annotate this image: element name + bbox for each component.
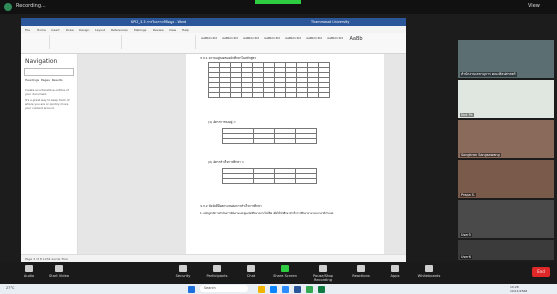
navigation-pane: Navigation Headings Pages Results Create… bbox=[21, 54, 78, 254]
word-title: KPI2_3.3 การวิเคราะห์ข้อมูล - Word bbox=[131, 20, 187, 24]
participant-tile[interactable]: Nok Pa bbox=[458, 80, 554, 118]
smile-icon bbox=[357, 265, 365, 272]
apps-icon bbox=[391, 265, 399, 272]
taskbar-search[interactable]: Search bbox=[200, 285, 248, 292]
shared-word-window: KPI2_3.3 การวิเคราะห์ข้อมูล - Word Thamm… bbox=[21, 18, 406, 263]
chat-button[interactable]: Chat bbox=[236, 265, 266, 278]
doc-heading: 3.3.1 ความอยู่รอดของนักศึกษาในหลักสูตร bbox=[200, 56, 256, 60]
recording-button[interactable]: Pause/Stop Recording bbox=[308, 265, 338, 282]
zoom-icon[interactable] bbox=[282, 286, 289, 293]
document-page[interactable]: 3.3.1 ความอยู่รอดของนักศึกษาในหลักสูตร (… bbox=[186, 54, 384, 254]
navigation-title: Navigation bbox=[25, 58, 58, 65]
nav-tab-pages[interactable]: Pages bbox=[41, 78, 50, 82]
style-no-spacing[interactable]: AaBbCcDd bbox=[220, 36, 240, 45]
weather-widget[interactable]: 27°C bbox=[6, 286, 14, 290]
tab-design[interactable]: Design bbox=[79, 28, 89, 32]
tab-home[interactable]: Home bbox=[37, 28, 46, 32]
doc-paragraph: 1. หลักสูตรมีการดำเนินการติดตามและดูแลนั… bbox=[200, 212, 334, 215]
clock-date[interactable]: 10/11/2566 bbox=[510, 289, 527, 293]
chat-icon bbox=[247, 265, 255, 272]
edge-icon[interactable] bbox=[270, 286, 277, 293]
style-normal[interactable]: AaBbCcDd bbox=[199, 36, 219, 45]
tab-view[interactable]: View bbox=[169, 28, 176, 32]
video-button[interactable]: Start Video bbox=[44, 265, 74, 278]
view-button[interactable]: View bbox=[528, 3, 540, 9]
whiteboards-button[interactable]: Whiteboards bbox=[414, 265, 444, 278]
data-table-3 bbox=[222, 168, 317, 184]
file-explorer-icon[interactable] bbox=[258, 286, 265, 293]
windows-start-icon[interactable] bbox=[188, 286, 195, 293]
zoom-top-bar: Recording... View bbox=[0, 0, 557, 14]
status-text: Page 3 of 8 1234 words Thai bbox=[25, 257, 68, 261]
tab-references[interactable]: References bbox=[111, 28, 128, 32]
participant-name: User6 bbox=[460, 255, 472, 259]
nav-tabs: Headings Pages Results bbox=[25, 78, 63, 82]
apps-button[interactable]: Apps bbox=[380, 265, 410, 278]
style-heading1[interactable]: AaBbCcDd bbox=[241, 36, 261, 45]
data-table-2 bbox=[222, 128, 317, 144]
share-icon bbox=[281, 265, 289, 272]
participant-name: สำนักงานเลขานุการ คณะศิลปศาสตร์ bbox=[460, 72, 517, 77]
participant-name: Nok Pa bbox=[460, 113, 474, 117]
shield-icon bbox=[179, 265, 187, 272]
microphone-icon bbox=[25, 265, 33, 272]
ribbon: AaBbCcDd AaBbCcDd AaBbCcDd AaBbCcDd AaBb… bbox=[21, 33, 406, 54]
participants-button[interactable]: Participants bbox=[202, 265, 232, 278]
data-table-1 bbox=[208, 62, 330, 98]
windows-taskbar: 27°C Search 10:28 10/11/2566 bbox=[0, 284, 557, 294]
style-emphasis[interactable]: AaBbCcDd bbox=[325, 36, 345, 45]
camera-icon bbox=[55, 265, 63, 272]
participant-name: Prapa S. bbox=[460, 193, 476, 197]
reactions-button[interactable]: Reactions bbox=[346, 265, 376, 278]
account-name[interactable]: Thammasat University bbox=[311, 20, 349, 24]
people-icon bbox=[213, 265, 221, 272]
style-subtitle[interactable]: AaBbCcDd bbox=[304, 36, 324, 45]
tab-layout[interactable]: Layout bbox=[95, 28, 105, 32]
participant-tile[interactable]: Songkran Sangsawang bbox=[458, 120, 554, 158]
style-strong[interactable]: AaBb bbox=[346, 36, 366, 45]
chrome-icon[interactable] bbox=[306, 286, 313, 293]
participant-name: Songkran Sangsawang bbox=[460, 153, 501, 157]
participant-tile[interactable]: User5 bbox=[458, 200, 554, 238]
paragraph-group[interactable] bbox=[123, 35, 196, 49]
participant-tile[interactable]: Prapa S. bbox=[458, 160, 554, 198]
formula-2: (2) อัตราสำเร็จการศึกษา = bbox=[208, 160, 245, 164]
tab-draw[interactable]: Draw bbox=[66, 28, 74, 32]
tab-review[interactable]: Review bbox=[153, 28, 164, 32]
end-button[interactable]: End bbox=[532, 267, 550, 277]
excel-icon[interactable] bbox=[318, 286, 325, 293]
clipboard-group[interactable] bbox=[23, 35, 50, 49]
tab-file[interactable]: File bbox=[25, 28, 30, 32]
recording-status: Recording... bbox=[16, 3, 46, 9]
style-heading2[interactable]: AaBbCcDd bbox=[262, 36, 282, 45]
font-group[interactable] bbox=[51, 35, 122, 49]
record-icon bbox=[319, 265, 327, 272]
doc-heading-2: 3.3.2 ปัจจัยที่มีผลกระทบต่อการสำเร็จการศ… bbox=[200, 204, 262, 208]
share-screen-button[interactable]: Share Screen bbox=[270, 265, 300, 278]
tab-mailings[interactable]: Mailings bbox=[134, 28, 146, 32]
tab-help[interactable]: Help bbox=[182, 28, 189, 32]
security-button[interactable]: Security bbox=[168, 265, 198, 278]
document-area[interactable]: 3.3.1 ความอยู่รอดของนักศึกษาในหลักสูตร (… bbox=[78, 54, 406, 254]
participant-tile[interactable]: สำนักงานเลขานุการ คณะศิลปศาสตร์ bbox=[458, 40, 554, 78]
tab-insert[interactable]: Insert bbox=[51, 28, 60, 32]
whiteboard-icon bbox=[425, 265, 433, 272]
word-icon[interactable] bbox=[294, 286, 301, 293]
audio-button[interactable]: Audio bbox=[14, 265, 44, 278]
word-title-bar: KPI2_3.3 การวิเคราะห์ข้อมูล - Word Thamm… bbox=[21, 18, 406, 26]
style-title[interactable]: AaBbCcDd bbox=[283, 36, 303, 45]
nav-search-input[interactable] bbox=[24, 68, 74, 76]
nav-tab-headings[interactable]: Headings bbox=[25, 78, 39, 82]
nav-help-text-2: It's a great way to keep track of where … bbox=[25, 98, 70, 110]
shield-icon[interactable] bbox=[4, 3, 12, 11]
participant-tile[interactable]: User6 bbox=[458, 240, 554, 260]
sharing-indicator bbox=[255, 0, 301, 4]
formula-1: (1) อัตราการคงอยู่ = bbox=[208, 120, 236, 124]
zoom-controls: Audio Start Video Security Participants … bbox=[0, 262, 557, 284]
participant-name: User5 bbox=[460, 233, 472, 237]
nav-help-text: Create an interactive outline of your do… bbox=[25, 88, 69, 96]
nav-tab-results[interactable]: Results bbox=[52, 78, 63, 82]
